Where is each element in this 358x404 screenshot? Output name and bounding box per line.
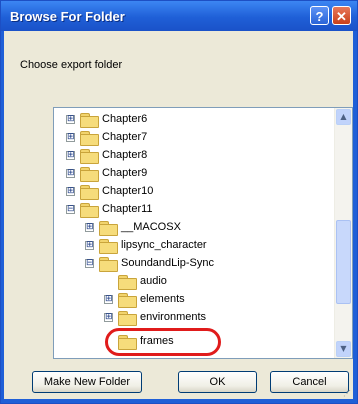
tree-item-lipsync-character[interactable]: ⊞ lipsync_character [85,236,207,254]
close-button[interactable]: ✕ [332,6,351,25]
folder-icon [118,292,137,308]
tree-item-label: lipsync_character [121,239,207,251]
expand-icon[interactable]: ⊞ [66,132,75,142]
collapse-icon[interactable]: ⊟ [66,204,75,214]
tree-item-audio[interactable]: audio [104,272,167,290]
folder-icon [80,184,99,200]
make-new-folder-button[interactable]: Make New Folder [32,371,142,393]
tree-item-chapter10[interactable]: ⊞ Chapter10 [66,182,153,200]
tree-item-label: SoundandLip-Sync [121,257,214,269]
tree-item-chapter11[interactable]: ⊟ Chapter11 [66,200,153,218]
tree-item-chapter9[interactable]: ⊞ Chapter9 [66,164,147,182]
scroll-down-button[interactable]: ▼ [336,341,351,357]
vertical-scrollbar[interactable]: ▲ ▼ [334,108,352,358]
tree-item-macosx[interactable]: ⊞ __MACOSX [85,218,181,236]
cancel-button[interactable]: Cancel [270,371,349,393]
tree-item-label: environments [140,311,207,323]
expand-icon[interactable]: ⊞ [85,222,94,232]
tree-item-label: Chapter8 [102,149,148,161]
tree-item-elements[interactable]: ⊞ elements [104,290,185,308]
expand-icon[interactable]: ⊞ [66,114,75,124]
folder-icon [99,238,118,254]
collapse-icon[interactable]: ⊟ [85,258,94,268]
ok-button[interactable]: OK [178,371,257,393]
folder-icon [118,274,137,290]
expand-icon[interactable]: ⊞ [104,312,113,322]
tree-item-chapter6[interactable]: ⊞ Chapter6 [66,110,147,128]
prompt-text: Choose export folder [20,59,123,71]
expand-icon[interactable]: ⊞ [66,150,75,160]
folder-icon [99,256,118,272]
folder-icon [80,112,99,128]
window-title: Browse For Folder [10,9,125,24]
tree-item-soundandlip-sync[interactable]: ⊟ SoundandLip-Sync [85,254,214,272]
tree-item-label: Chapter7 [102,131,148,143]
resize-grip-icon[interactable]: ⋰ [343,389,353,399]
tree-item-label: Chapter6 [102,113,148,125]
tree-item-label: Chapter10 [102,185,154,197]
highlight-ellipse [105,328,221,356]
folder-tree[interactable]: ⊞ Chapter6 ⊞ Chapter7 ⊞ Chapter8 ⊞ Chapt… [53,107,353,359]
tree-item-chapter7[interactable]: ⊞ Chapter7 [66,128,147,146]
title-bar[interactable]: Browse For Folder ? ✕ [1,1,357,31]
tree-item-chapter8[interactable]: ⊞ Chapter8 [66,146,147,164]
help-button[interactable]: ? [310,6,329,25]
tree-item-label: Chapter11 [102,203,153,215]
expand-icon[interactable]: ⊞ [104,294,113,304]
folder-icon [80,202,99,218]
expand-icon[interactable]: ⊞ [85,240,94,250]
folder-icon [80,148,99,164]
tree-item-label: __MACOSX [121,221,181,233]
expand-icon[interactable]: ⊞ [66,168,75,178]
expand-icon[interactable]: ⊞ [66,186,75,196]
expander-placeholder [104,277,113,286]
dialog-window: Browse For Folder ? ✕ Choose export fold… [0,0,358,404]
folder-icon [118,310,137,326]
tree-item-environments[interactable]: ⊞ environments [104,308,206,326]
folder-icon [80,130,99,146]
folder-icon [99,220,118,236]
scroll-thumb[interactable] [336,220,351,304]
scroll-up-button[interactable]: ▲ [336,109,351,125]
tree-item-label: elements [140,293,185,305]
folder-icon [80,166,99,182]
tree-item-label: audio [140,275,167,287]
tree-item-label: Chapter9 [102,167,148,179]
